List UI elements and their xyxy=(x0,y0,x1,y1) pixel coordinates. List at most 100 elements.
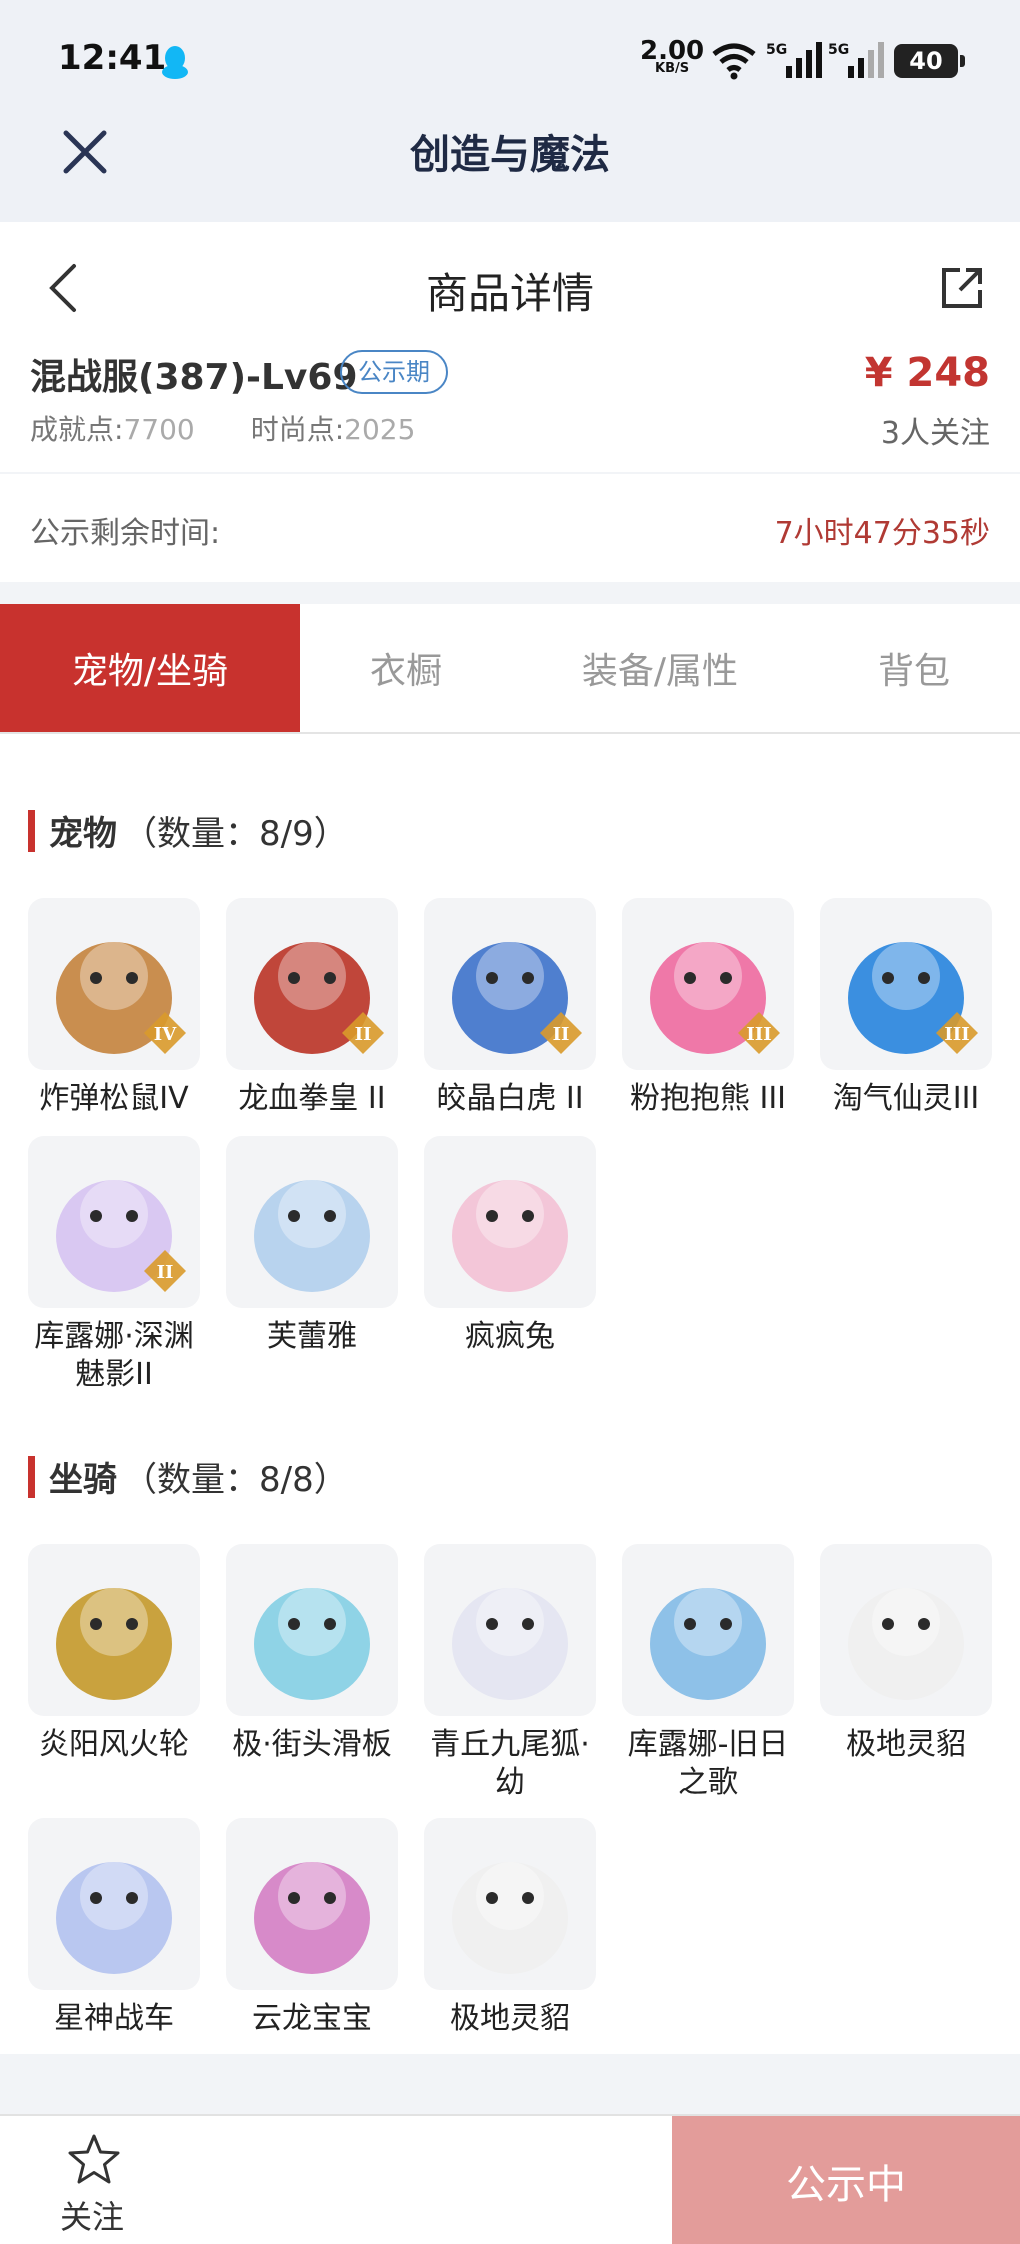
tab-wardrobe[interactable]: 衣橱 xyxy=(300,604,512,732)
signal-label: 5G xyxy=(766,42,787,58)
achievement-label: 成就点: xyxy=(30,413,124,446)
status-time: 12:41 xyxy=(58,38,167,78)
status-bar: 12:41 2.00 KB/S 5G 5G 40 xyxy=(0,0,1020,120)
mount-item[interactable]: 极地灵貂 xyxy=(818,1544,994,1764)
tab-pets-mounts[interactable]: 宠物/坐骑 xyxy=(0,604,300,732)
signal-label: 5G xyxy=(828,42,849,58)
mount-name: 星神战车 xyxy=(54,2001,174,2036)
pet-item[interactable]: 芙蕾雅 xyxy=(224,1136,400,1356)
pet-thumbnail xyxy=(226,1136,398,1308)
countdown-value: 7小时47分35秒 xyxy=(774,516,990,551)
pet-name: 炸弹松鼠IV xyxy=(39,1081,189,1116)
product-header: 商品详情 混战服(387)-Lv69 公示期 ¥ 248 成就点:7700 时尚点… xyxy=(0,222,1020,472)
pet-thumbnail: III xyxy=(622,898,794,1070)
pet-portrait-icon xyxy=(452,1180,568,1292)
tab-equipment[interactable]: 装备/属性 xyxy=(512,604,808,732)
mount-name: 极·街头滑板 xyxy=(232,1727,392,1762)
pets-section-title: 宠物 （数量：8/9） xyxy=(28,806,348,855)
mount-thumbnail xyxy=(226,1818,398,1990)
app-header: 创造与魔法 xyxy=(0,120,1020,222)
follow-button-label[interactable]: 关注 xyxy=(60,2192,124,2238)
pet-name: 芙蕾雅 xyxy=(267,1319,357,1354)
mount-thumbnail xyxy=(424,1818,596,1990)
grade-badge-icon: III xyxy=(738,1012,780,1054)
page-title: 商品详情 xyxy=(425,269,594,318)
mount-name: 极地灵貂 xyxy=(450,2001,570,2036)
mount-name: 库露娜-旧日之歌 xyxy=(627,1727,789,1800)
mount-name: 极地灵貂 xyxy=(846,1727,966,1762)
mount-portrait-icon xyxy=(56,1862,172,1974)
product-name: 混战服(387)-Lv69 xyxy=(30,357,358,398)
grade-label: III xyxy=(746,1024,771,1045)
fashion-value: 2025 xyxy=(344,413,416,446)
mount-thumbnail xyxy=(28,1544,200,1716)
app-title: 创造与魔法 xyxy=(410,132,610,178)
pet-thumbnail xyxy=(424,1136,596,1308)
mount-item[interactable]: 云龙宝宝 xyxy=(224,1818,400,2038)
mount-thumbnail xyxy=(622,1544,794,1716)
pet-item[interactable]: II 皎晶白虎 II xyxy=(422,898,598,1118)
pets-count: （数量：8/9） xyxy=(123,814,348,854)
pet-item[interactable]: 疯疯兔 xyxy=(422,1136,598,1356)
pet-item[interactable]: II 库露娜·深渊魅影II xyxy=(26,1136,202,1394)
pet-name: 库露娜·深渊魅影II xyxy=(34,1319,194,1392)
grade-label: IV xyxy=(154,1024,177,1045)
achievement-value: 7700 xyxy=(123,413,195,446)
product-meta: 成就点:7700 时尚点:2025 xyxy=(30,408,415,448)
nav-bar: 商品详情 xyxy=(0,222,1020,342)
signal-icon: 5G xyxy=(766,42,822,78)
mount-name: 炎阳风火轮 xyxy=(39,1727,189,1762)
pet-item[interactable]: IV 炸弹松鼠IV xyxy=(26,898,202,1118)
battery-icon: 40 xyxy=(894,44,965,78)
pet-thumbnail: II xyxy=(28,1136,200,1308)
share-icon[interactable] xyxy=(938,264,986,312)
mount-item[interactable]: 极·街头滑板 xyxy=(224,1544,400,1764)
pet-item[interactable]: III 粉抱抱熊 III xyxy=(620,898,796,1118)
pet-item[interactable]: III 淘气仙灵III xyxy=(818,898,994,1118)
countdown-row: 公示剩余时间: 7小时47分35秒 xyxy=(0,474,1020,582)
pet-thumbnail: II xyxy=(226,898,398,1070)
mounts-count: （数量：8/8） xyxy=(123,1460,348,1500)
grade-badge-icon: II xyxy=(144,1250,186,1292)
mount-item[interactable]: 库露娜-旧日之歌 xyxy=(620,1544,796,1802)
pet-thumbnail: IV xyxy=(28,898,200,1070)
pets-title: 宠物 xyxy=(49,814,117,854)
mount-item[interactable]: 极地灵貂 xyxy=(422,1818,598,2038)
product-price: ¥ 248 xyxy=(864,350,990,396)
publicity-status-button[interactable]: 公示中 xyxy=(672,2116,1020,2244)
pet-item[interactable]: II 龙血拳皇 II xyxy=(224,898,400,1118)
pet-name: 皎晶白虎 II xyxy=(436,1081,584,1116)
section-accent xyxy=(28,1455,35,1498)
bottom-bar: 关注 公示中 xyxy=(0,2114,1020,2244)
signal-icon: 5G xyxy=(828,42,884,78)
pet-name: 龙血拳皇 II xyxy=(238,1081,386,1116)
mount-item[interactable]: 青丘九尾狐·幼 xyxy=(422,1544,598,1802)
grade-badge-icon: II xyxy=(342,1012,384,1054)
mounts-title: 坐骑 xyxy=(49,1460,117,1500)
mount-item[interactable]: 星神战车 xyxy=(26,1818,202,2038)
mount-thumbnail xyxy=(820,1544,992,1716)
tab-backpack[interactable]: 背包 xyxy=(808,604,1020,732)
pet-portrait-icon xyxy=(254,1180,370,1292)
wifi-icon xyxy=(712,43,756,80)
pet-name: 淘气仙灵III xyxy=(832,1081,980,1116)
countdown-label: 公示剩余时间: xyxy=(30,516,221,551)
mount-item[interactable]: 炎阳风火轮 xyxy=(26,1544,202,1764)
mount-portrait-icon xyxy=(254,1588,370,1700)
mount-portrait-icon xyxy=(452,1862,568,1974)
grade-badge-icon: II xyxy=(540,1012,582,1054)
content-area: 宠物 （数量：8/9） IV 炸弹松鼠IV II 龙血拳皇 II II 皎晶白虎 II II… xyxy=(0,734,1020,2054)
star-icon[interactable] xyxy=(66,2132,122,2188)
mount-portrait-icon xyxy=(848,1588,964,1700)
status-badge: 公示期 xyxy=(340,350,448,394)
grade-badge-icon: IV xyxy=(144,1012,186,1054)
network-speed: 2.00 KB/S xyxy=(640,38,704,76)
mount-thumbnail xyxy=(424,1544,596,1716)
battery-level: 40 xyxy=(909,47,943,75)
grade-badge-icon: III xyxy=(936,1012,978,1054)
pet-name: 疯疯兔 xyxy=(465,1319,555,1354)
tab-bar: 宠物/坐骑 衣橱 装备/属性 背包 xyxy=(0,604,1020,734)
grade-label: III xyxy=(944,1024,969,1045)
mount-portrait-icon xyxy=(650,1588,766,1700)
mount-name: 青丘九尾狐·幼 xyxy=(430,1727,590,1800)
